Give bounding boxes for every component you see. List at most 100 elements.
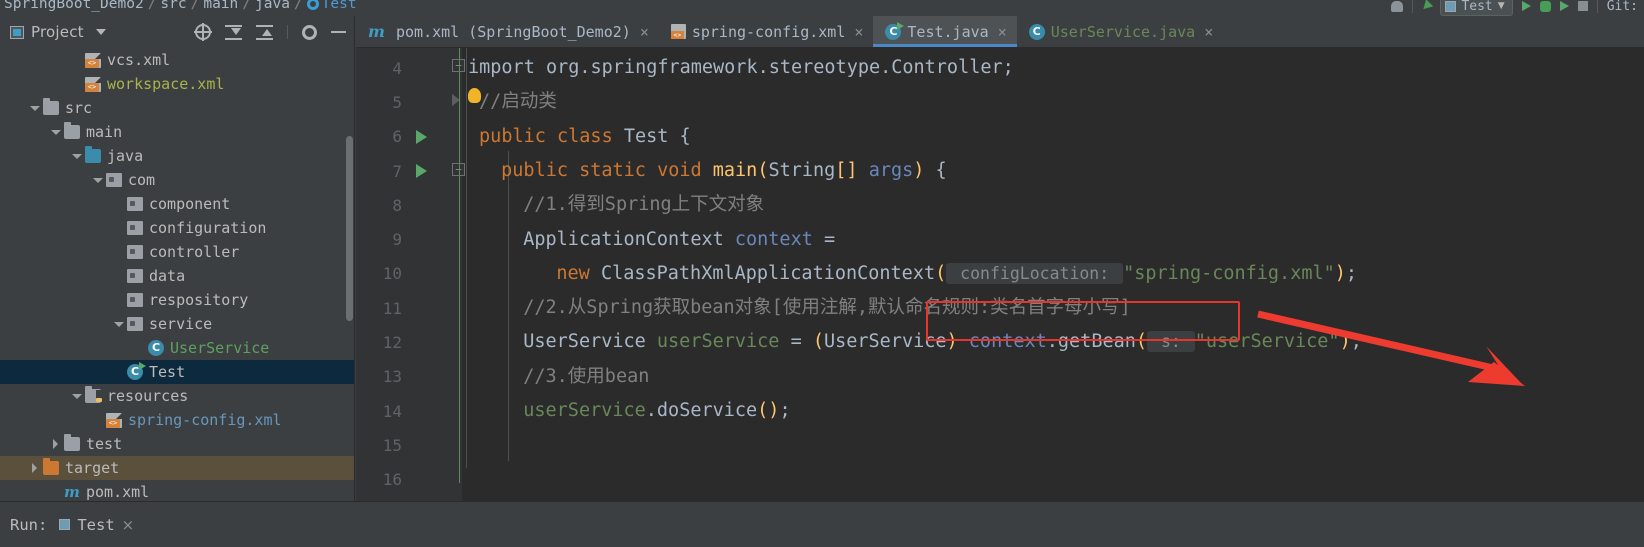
tree-item-main[interactable]: main [0,120,354,144]
expand-all-icon[interactable] [225,24,242,41]
chevron-down-icon[interactable] [92,174,104,186]
code-token: main [712,159,758,181]
tree-item-pom-xml[interactable]: m pom.xml [0,480,354,501]
tree-item-src[interactable]: src [0,96,354,120]
hide-icon[interactable] [331,31,346,33]
code-token: //3.使用bean [523,365,650,387]
editor-tab-spring-config-xml[interactable]: spring-config.xml × [659,16,874,47]
code-line-13[interactable]: //3.使用bean [523,360,649,394]
tree-item-component[interactable]: component [0,192,354,216]
chevron-down-icon[interactable] [95,29,106,35]
package-icon [127,197,143,211]
gutter-line-5[interactable]: 5 [356,85,462,119]
code-token: ClassPathXmlApplicationContext [600,262,936,284]
gutter-line-16[interactable]: 16 [356,463,462,497]
gutter-line-6[interactable]: 6 [356,120,462,154]
run-gutter-icon[interactable] [416,129,427,144]
code-line-8[interactable]: //1.得到Spring上下文对象 [523,188,764,222]
tree-item-configuration[interactable]: configuration [0,216,354,240]
editor-tab-pom-xml[interactable]: m pom.xml (SpringBoot_Demo2) × [356,16,659,47]
gear-icon[interactable] [302,24,317,40]
gutter-line-12[interactable]: 12 [356,325,462,359]
tree-item-com[interactable]: com [0,168,354,192]
line-number: 5 [392,92,402,112]
tree-item-userservice[interactable]: UserService [0,336,354,360]
chevron-down-icon[interactable]: ▼ [1498,1,1505,11]
run-tab[interactable]: Test × [59,516,134,534]
tree-item-test[interactable]: test [0,432,354,456]
sidebar-scrollbar[interactable] [346,136,353,321]
chevron-down-icon[interactable] [50,126,62,138]
code-token: UserService [523,331,657,353]
stop-icon[interactable] [1577,1,1588,11]
gutter-line-14[interactable]: 14 [356,394,462,428]
run-icon[interactable] [1521,1,1531,11]
chevron-down-icon[interactable] [113,318,125,330]
code-line-14[interactable]: userService.doService(); [523,394,790,428]
chevron-right-icon[interactable] [50,438,62,450]
code-token: public static void [501,159,713,181]
editor-area: mpom.xml (SpringBoot_Demo2)×spring-confi… [356,16,1644,501]
tree-item-data[interactable]: data [0,264,354,288]
tree-item-resources[interactable]: resources [0,384,354,408]
close-icon[interactable]: × [854,23,863,41]
code-content[interactable]: import org.springframework.stereotype.Co… [462,48,1644,501]
code-line-5[interactable]: //启动类 [479,85,557,119]
editor-tab-bar[interactable]: mpom.xml (SpringBoot_Demo2)×spring-confi… [356,16,1644,48]
code-line-6[interactable]: public class Test { [479,120,691,154]
gutter-line-15[interactable]: 15 [356,428,462,462]
intention-bulb-icon[interactable] [468,88,481,103]
debug-icon[interactable] [1539,0,1551,12]
code-line-7[interactable]: public static void main(String[] args) { [501,154,947,188]
gutter-line-11[interactable]: 11 [356,291,462,325]
close-icon[interactable]: × [122,516,135,534]
gutter-line-10[interactable]: 10 [356,257,462,291]
code-editor[interactable]: 45678910111213141516−− import org.spring… [356,48,1644,501]
gutter-line-8[interactable]: 8 [356,188,462,222]
gutter-line-9[interactable]: 9 [356,223,462,257]
editor-tab-userservice-java[interactable]: UserService.java × [1017,16,1224,47]
breadcrumb-item-src[interactable]: src [160,0,186,12]
line-number: 4 [392,58,402,78]
editor-tab-test-java[interactable]: Test.java × [873,16,1018,47]
chevron-right-icon[interactable] [29,462,41,474]
breadcrumb[interactable]: SpringBoot_Demo2/src / main / java / Test [4,0,357,13]
tree-item-vcs-xml[interactable]: vcs.xml [0,48,354,72]
close-icon[interactable]: × [640,23,649,41]
breadcrumb-item-test[interactable]: Test [322,0,357,12]
tree-item-test[interactable]: Test [0,360,354,384]
tree-item-java[interactable]: java [0,144,354,168]
close-icon[interactable]: × [998,23,1007,41]
close-icon[interactable]: × [1204,23,1213,41]
line-number: 15 [382,435,402,455]
tree-item-respository[interactable]: respository [0,288,354,312]
breadcrumb-item-java[interactable]: java [255,0,290,12]
vcs-update-icon[interactable] [1420,0,1434,13]
run-coverage-icon[interactable] [1559,1,1569,11]
tree-item-workspace-xml[interactable]: workspace.xml [0,72,354,96]
project-tree[interactable]: vcs.xml workspace.xml src main java com compon… [0,48,354,501]
code-line-9[interactable]: ApplicationContext context = [523,223,835,257]
chevron-down-icon[interactable] [71,150,83,162]
tree-item-spring-config-xml[interactable]: spring-config.xml [0,408,354,432]
user-icon[interactable] [1391,0,1404,12]
editor-gutter[interactable]: 45678910111213141516−− [356,48,465,501]
gutter-line-4[interactable]: 4 [356,51,462,85]
run-panel-label: Run: [10,515,48,534]
tree-item-controller[interactable]: controller [0,240,354,264]
line-number: 14 [382,401,402,421]
run-gutter-icon[interactable] [416,164,427,179]
code-line-10[interactable]: new ClassPathXmlApplicationContext( conf… [556,257,1357,291]
collapse-all-icon[interactable] [256,24,273,41]
breadcrumb-item-project[interactable]: SpringBoot_Demo2 [4,0,144,12]
code-line-4[interactable]: import org.springframework.stereotype.Co… [468,51,1014,85]
locate-icon[interactable] [194,23,212,41]
gutter-line-13[interactable]: 13 [356,360,462,394]
run-config-selector[interactable]: Test ▼ [1440,0,1513,16]
gutter-line-7[interactable]: 7 [356,154,462,188]
tree-item-service[interactable]: service [0,312,354,336]
chevron-down-icon[interactable] [29,102,41,114]
breadcrumb-item-main[interactable]: main [203,0,238,12]
chevron-down-icon[interactable] [71,390,83,402]
tree-item-target[interactable]: target [0,456,354,480]
